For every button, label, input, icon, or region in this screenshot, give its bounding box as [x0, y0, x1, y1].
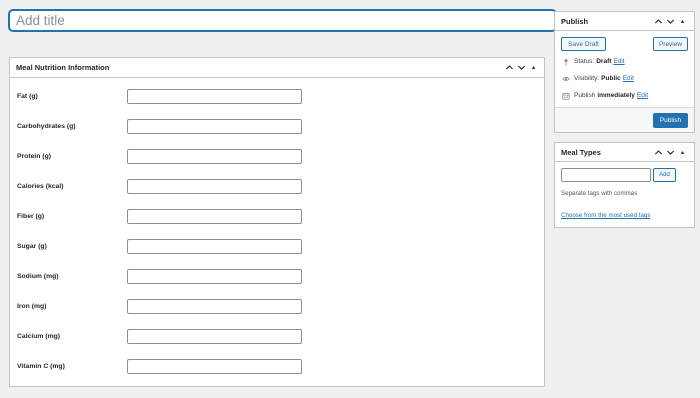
nutrition-field-label: Fiber (g) — [17, 213, 45, 220]
publish-button[interactable]: Publish — [653, 113, 688, 128]
publish-header: Publish — [555, 12, 694, 31]
new-tag-input[interactable] — [561, 168, 651, 182]
edit-schedule-link[interactable]: Edit — [637, 92, 648, 99]
meal-nutrition-title: Meal Nutrition Information — [16, 63, 110, 72]
nutrition-field-input[interactable] — [127, 269, 302, 284]
publish-title: Publish — [561, 16, 589, 26]
chevron-down-icon[interactable] — [665, 147, 676, 158]
preview-button[interactable]: Preview — [653, 37, 688, 51]
tag-hint-text: Separate tags with commas — [561, 190, 638, 197]
status-value: Draft — [596, 58, 612, 65]
visibility-row: Visibility: Public Edit — [561, 74, 634, 83]
visibility-value: Public — [601, 75, 621, 82]
pin-icon — [561, 57, 571, 66]
chevron-up-icon[interactable] — [653, 16, 664, 27]
meal-types-box: Meal Types Add Separate tags with commas… — [554, 142, 695, 228]
publish-actions: Publish — [555, 107, 694, 132]
chevron-down-icon[interactable] — [516, 62, 527, 73]
calendar-icon — [561, 91, 571, 100]
nutrition-field-row: Iron (mg) — [17, 299, 302, 314]
triangle-toggle-icon[interactable] — [677, 16, 688, 27]
edit-status-link[interactable]: Edit — [613, 58, 624, 65]
nutrition-field-row: Fiber (g) — [17, 209, 302, 224]
schedule-row: Publish immediately Edit — [561, 91, 648, 100]
nutrition-field-row: Calories (kcal) — [17, 179, 302, 194]
nutrition-field-row: Calcium (mg) — [17, 329, 302, 344]
meal-types-header: Meal Types — [555, 143, 694, 162]
nutrition-field-label: Calcium (mg) — [17, 333, 61, 340]
nutrition-field-input[interactable] — [127, 299, 302, 314]
triangle-toggle-icon[interactable] — [528, 62, 539, 73]
chevron-up-icon[interactable] — [653, 147, 664, 158]
nutrition-field-input[interactable] — [127, 89, 302, 104]
meal-nutrition-box: Meal Nutrition Information Fat (g) Carboh… — [9, 57, 545, 387]
nutrition-field-input[interactable] — [127, 149, 302, 164]
box-handle-actions — [653, 16, 688, 27]
box-handle-actions — [653, 147, 688, 158]
schedule-prefix: Publish — [574, 92, 596, 99]
publish-box: Publish Save Draft Preview Status: Draft… — [554, 11, 695, 133]
edit-visibility-link[interactable]: Edit — [623, 75, 634, 82]
nutrition-field-input[interactable] — [127, 209, 302, 224]
nutrition-field-label: Carbohydrates (g) — [17, 123, 76, 130]
nutrition-field-label: Fat (g) — [17, 93, 38, 100]
status-prefix: Status: — [574, 58, 595, 65]
nutrition-field-input[interactable] — [127, 329, 302, 344]
chevron-up-icon[interactable] — [504, 62, 515, 73]
triangle-toggle-icon[interactable] — [677, 147, 688, 158]
nutrition-field-label: Sugar (g) — [17, 243, 47, 250]
post-title-input[interactable] — [9, 10, 556, 31]
schedule-value: immediately — [597, 92, 635, 99]
nutrition-field-input[interactable] — [127, 359, 302, 374]
eye-icon — [561, 74, 571, 83]
nutrition-field-row: Sodium (mg) — [17, 269, 302, 284]
nutrition-field-label: Vitamin C (mg) — [17, 363, 65, 370]
status-row: Status: Draft Edit — [561, 57, 625, 66]
box-handle-actions — [504, 62, 539, 73]
nutrition-field-input[interactable] — [127, 179, 302, 194]
save-draft-button[interactable]: Save Draft — [561, 37, 606, 51]
nutrition-field-label: Protein (g) — [17, 153, 51, 160]
chevron-down-icon[interactable] — [665, 16, 676, 27]
nutrition-field-input[interactable] — [127, 119, 302, 134]
most-used-tags-link[interactable]: Choose from the most used tags — [561, 212, 650, 219]
nutrition-field-row: Carbohydrates (g) — [17, 119, 302, 134]
nutrition-field-row: Vitamin C (mg) — [17, 359, 302, 374]
nutrition-field-row: Sugar (g) — [17, 239, 302, 254]
add-tag-button[interactable]: Add — [653, 168, 676, 182]
nutrition-field-label: Iron (mg) — [17, 303, 47, 310]
meal-types-title: Meal Types — [561, 147, 601, 157]
nutrition-field-label: Calories (kcal) — [17, 183, 64, 190]
nutrition-field-label: Sodium (mg) — [17, 273, 59, 280]
nutrition-field-input[interactable] — [127, 239, 302, 254]
nutrition-field-row: Fat (g) — [17, 89, 302, 104]
meal-nutrition-header: Meal Nutrition Information — [10, 58, 544, 78]
visibility-prefix: Visibility: — [574, 75, 600, 82]
nutrition-field-row: Protein (g) — [17, 149, 302, 164]
